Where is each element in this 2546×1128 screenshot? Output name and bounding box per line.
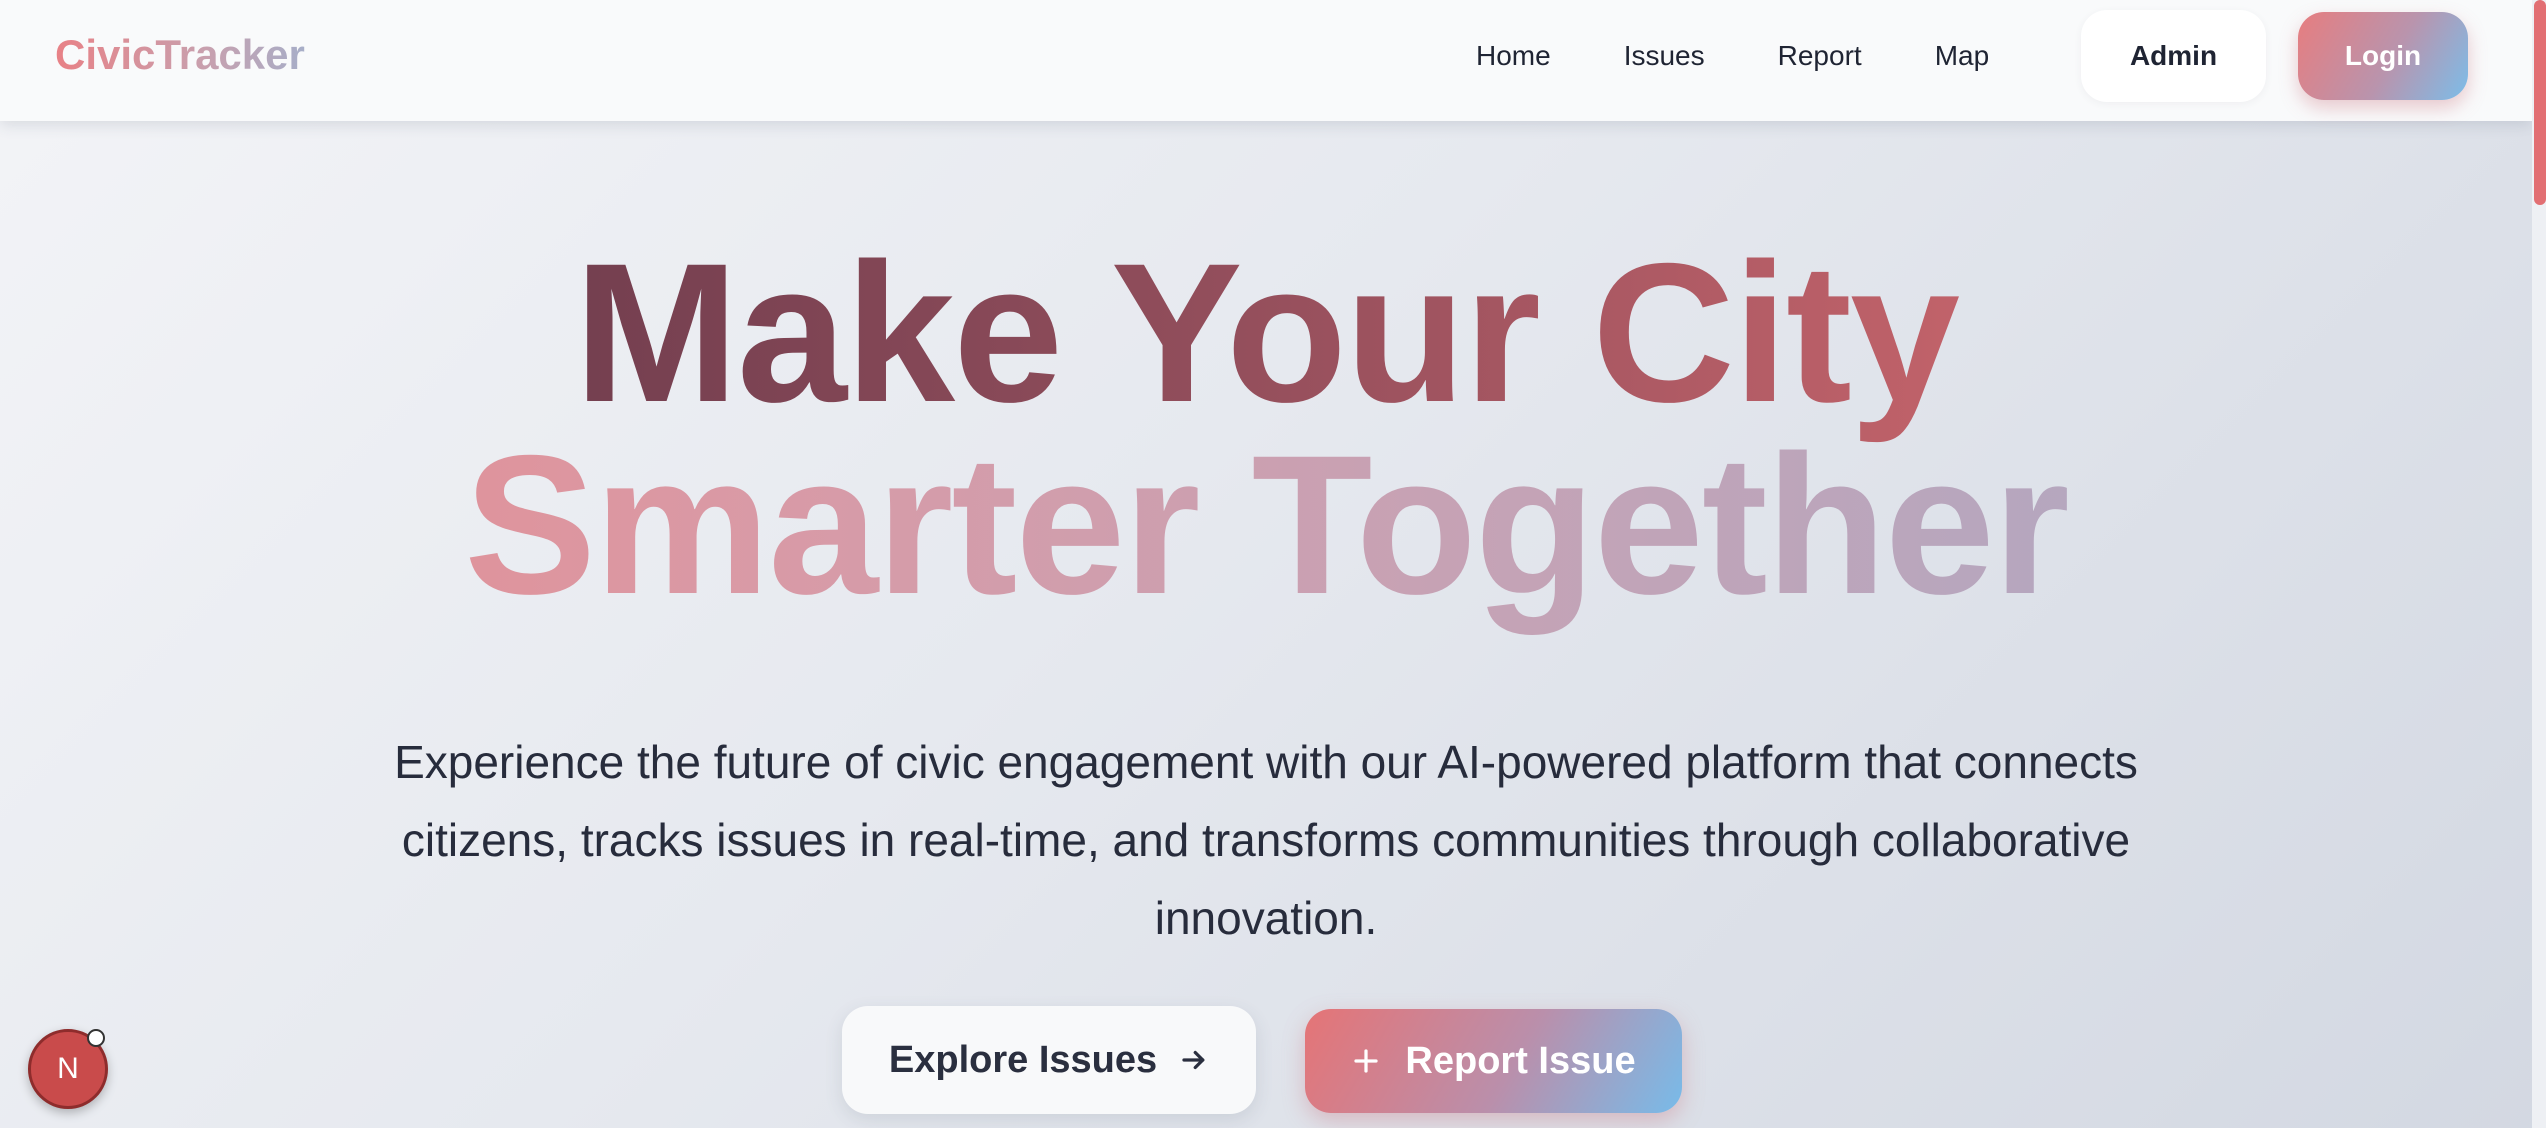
hero-headline-line1: Make Your City: [0, 223, 2532, 443]
top-navbar: CivicTracker Home Issues Report Map Admi…: [0, 0, 2532, 121]
arrow-right-icon: [1179, 1045, 1209, 1075]
hero-headline-line2: Smarter Together: [0, 415, 2532, 635]
login-button[interactable]: Login: [2298, 12, 2468, 100]
nextjs-dev-indicator-icon[interactable]: N: [28, 1029, 108, 1109]
scrollbar-thumb[interactable]: [2534, 0, 2546, 205]
brand-logo[interactable]: CivicTracker: [55, 29, 305, 81]
page-scrollbar[interactable]: [2532, 0, 2546, 1128]
explore-issues-button[interactable]: Explore Issues: [842, 1006, 1256, 1114]
explore-issues-label: Explore Issues: [888, 1038, 1158, 1081]
dev-badge-letter: N: [57, 1052, 79, 1085]
nav-link-report[interactable]: Report: [1778, 36, 1862, 76]
primary-nav: Home Issues Report Map: [1476, 36, 1989, 76]
hero-section: Make Your City Smarter Together Experien…: [0, 121, 2532, 1128]
plus-icon: [1351, 1046, 1381, 1076]
report-issue-button[interactable]: Report Issue: [1305, 1009, 1682, 1113]
dev-badge-status-dot: [87, 1029, 105, 1047]
admin-button[interactable]: Admin: [2081, 10, 2266, 102]
nav-link-home[interactable]: Home: [1476, 36, 1551, 76]
nav-link-map[interactable]: Map: [1935, 36, 1989, 76]
hero-subtitle: Experience the future of civic engagemen…: [394, 736, 2138, 944]
nav-link-issues[interactable]: Issues: [1624, 36, 1705, 76]
report-issue-label: Report Issue: [1405, 1039, 1636, 1082]
